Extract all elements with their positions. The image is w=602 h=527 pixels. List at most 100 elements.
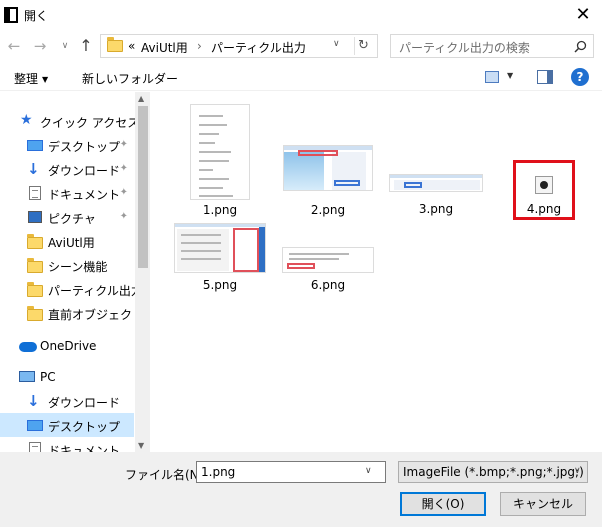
folder-icon (27, 282, 43, 297)
navigation-pane: ★ クイック アクセス デスクトップ ✦ ↓ ダウンロード ✦ ドキュメント ✦… (0, 92, 150, 452)
folder-icon (107, 37, 123, 52)
address-bar[interactable]: « AviUtl用 › パーティクル出力 ∨ ↻ (100, 34, 378, 58)
sidebar-item-label: シーン機能 (48, 260, 108, 274)
view-options-dropdown[interactable]: ▼ (507, 71, 513, 80)
cancel-button[interactable]: キャンセル (500, 492, 586, 516)
sidebar-item-pc-desktop[interactable]: デスクトップ (0, 413, 134, 437)
sidebar-item-documents[interactable]: ドキュメント ✦ (0, 181, 134, 205)
up-button[interactable]: ↑ (76, 36, 96, 56)
back-button[interactable]: ← (4, 36, 24, 56)
breadcrumb-particle-output[interactable]: パーティクル出力 (211, 39, 306, 56)
address-row: ← → ∨ ↑ « AviUtl用 › パーティクル出力 ∨ ↻ パーティクル出… (0, 30, 602, 62)
filename-value[interactable]: 1.png (201, 465, 235, 479)
pin-icon[interactable]: ✦ (120, 211, 128, 222)
sidebar-item-desktop[interactable]: デスクトップ ✦ (0, 133, 134, 157)
sidebar-item-label: ダウンロード (48, 396, 121, 410)
pin-icon[interactable]: ✦ (120, 163, 128, 174)
sidebar-item-quick-access[interactable]: ★ クイック アクセス (0, 109, 139, 133)
sidebar-item-pc-downloads[interactable]: ↓ ダウンロード (0, 389, 134, 413)
file-thumbnail-6[interactable] (282, 247, 374, 273)
chevron-down-icon: ∨ (574, 466, 581, 476)
folder-icon (27, 306, 43, 321)
address-dropdown-button[interactable]: ∨ (333, 39, 340, 49)
file-name-6[interactable]: 6.png (283, 278, 373, 292)
search-icon (574, 40, 587, 53)
sidebar-item-aviutl[interactable]: AviUtl用 (0, 229, 134, 253)
file-list: 1.png 2.png 3.png 4.png 5.png 6.png (152, 92, 602, 452)
sidebar-item-previous-object[interactable]: 直前オブジェクト (0, 301, 144, 325)
sidebar-item-label: PC (40, 370, 56, 384)
sidebar-item-label: パーティクル出力 (48, 284, 143, 298)
app-icon (4, 7, 18, 23)
sidebar-item-onedrive[interactable]: OneDrive (0, 334, 134, 358)
folder-icon (27, 258, 43, 273)
sidebar-item-particle-output[interactable]: パーティクル出力 (0, 277, 143, 301)
breadcrumb-separator[interactable]: › (197, 39, 202, 53)
organize-menu[interactable]: 整理 ▼ (14, 70, 48, 87)
pc-icon (19, 371, 35, 382)
pictures-icon (28, 211, 42, 223)
sidebar-item-scene[interactable]: シーン機能 (0, 253, 134, 277)
file-thumbnail-5[interactable] (174, 223, 266, 273)
sidebar-item-downloads[interactable]: ↓ ダウンロード ✦ (0, 157, 134, 181)
file-name-2[interactable]: 2.png (283, 203, 373, 217)
desktop-icon (27, 420, 43, 431)
sidebar-item-label: AviUtl用 (48, 236, 95, 250)
forward-button[interactable]: → (30, 36, 50, 56)
star-icon: ★ (20, 112, 33, 128)
new-folder-button[interactable]: 新しいフォルダー (82, 70, 178, 87)
filename-input[interactable]: 1.png ∨ (196, 461, 386, 483)
change-view-icon[interactable] (485, 71, 499, 83)
help-icon[interactable]: ? (571, 68, 589, 86)
folder-icon (27, 234, 43, 249)
file-name-3[interactable]: 3.png (391, 202, 481, 216)
file-thumbnail-2[interactable] (283, 145, 373, 191)
download-icon: ↓ (27, 392, 40, 410)
sidebar-item-pc-documents[interactable]: ドキュメント (0, 437, 134, 452)
sidebar-item-label: ピクチャ (48, 212, 96, 226)
file-thumbnail-4[interactable] (535, 176, 553, 194)
pin-icon[interactable]: ✦ (120, 187, 128, 198)
sidebar-item-pictures[interactable]: ピクチャ ✦ (0, 205, 134, 229)
file-name-1[interactable]: 1.png (175, 203, 265, 217)
filetype-select[interactable]: ImageFile (*.bmp;*.png;*.jpg;) ∨ (398, 461, 588, 483)
refresh-button[interactable]: ↻ (354, 37, 372, 55)
file-thumbnail-3[interactable] (389, 174, 483, 192)
sidebar-item-label: ドキュメント (48, 188, 121, 202)
file-name-5[interactable]: 5.png (175, 278, 265, 292)
onedrive-icon (19, 342, 37, 352)
sidebar-item-label: 直前オブジェクト (48, 308, 145, 322)
close-button[interactable]: ✕ (570, 2, 596, 28)
sidebar-item-label: デスクトップ (48, 140, 121, 154)
document-icon (29, 442, 41, 452)
file-name-4[interactable]: 4.png (499, 202, 589, 216)
organize-label: 整理 (14, 72, 39, 86)
search-placeholder: パーティクル出力の検索 (399, 41, 530, 55)
sidebar-item-label: OneDrive (40, 339, 97, 353)
scroll-down-icon[interactable]: ▼ (138, 441, 144, 450)
command-bar: 整理 ▼ 新しいフォルダー ▼ ? (0, 63, 602, 91)
title-bar: 開く ✕ (0, 0, 602, 30)
chevron-down-icon: ▼ (42, 75, 49, 84)
navigation-scrollbar[interactable]: ▲ ▼ (135, 92, 150, 452)
preview-pane-icon[interactable] (537, 70, 553, 84)
search-box[interactable]: パーティクル出力の検索 (390, 34, 594, 58)
file-thumbnail-1[interactable] (190, 104, 250, 200)
breadcrumb-overflow[interactable]: « (128, 39, 135, 53)
open-button[interactable]: 開く(O) (400, 492, 486, 516)
download-icon: ↓ (27, 160, 40, 178)
sidebar-item-pc[interactable]: PC (0, 365, 134, 389)
sidebar-item-label: デスクトップ (48, 420, 121, 434)
scrollbar-thumb[interactable] (138, 106, 148, 268)
document-icon (29, 186, 41, 200)
window-title: 開く (24, 9, 49, 23)
desktop-icon (27, 140, 43, 151)
sidebar-item-label: クイック アクセス (40, 116, 140, 130)
scroll-up-icon[interactable]: ▲ (138, 94, 144, 103)
recent-locations-button[interactable]: ∨ (58, 36, 72, 56)
dialog-footer: ファイル名(N): 1.png ∨ ImageFile (*.bmp;*.png… (0, 452, 602, 527)
chevron-down-icon[interactable]: ∨ (365, 466, 372, 476)
breadcrumb-aviutl[interactable]: AviUtl用 (141, 39, 188, 56)
sidebar-item-label: ダウンロード (48, 164, 121, 178)
pin-icon[interactable]: ✦ (120, 139, 128, 150)
